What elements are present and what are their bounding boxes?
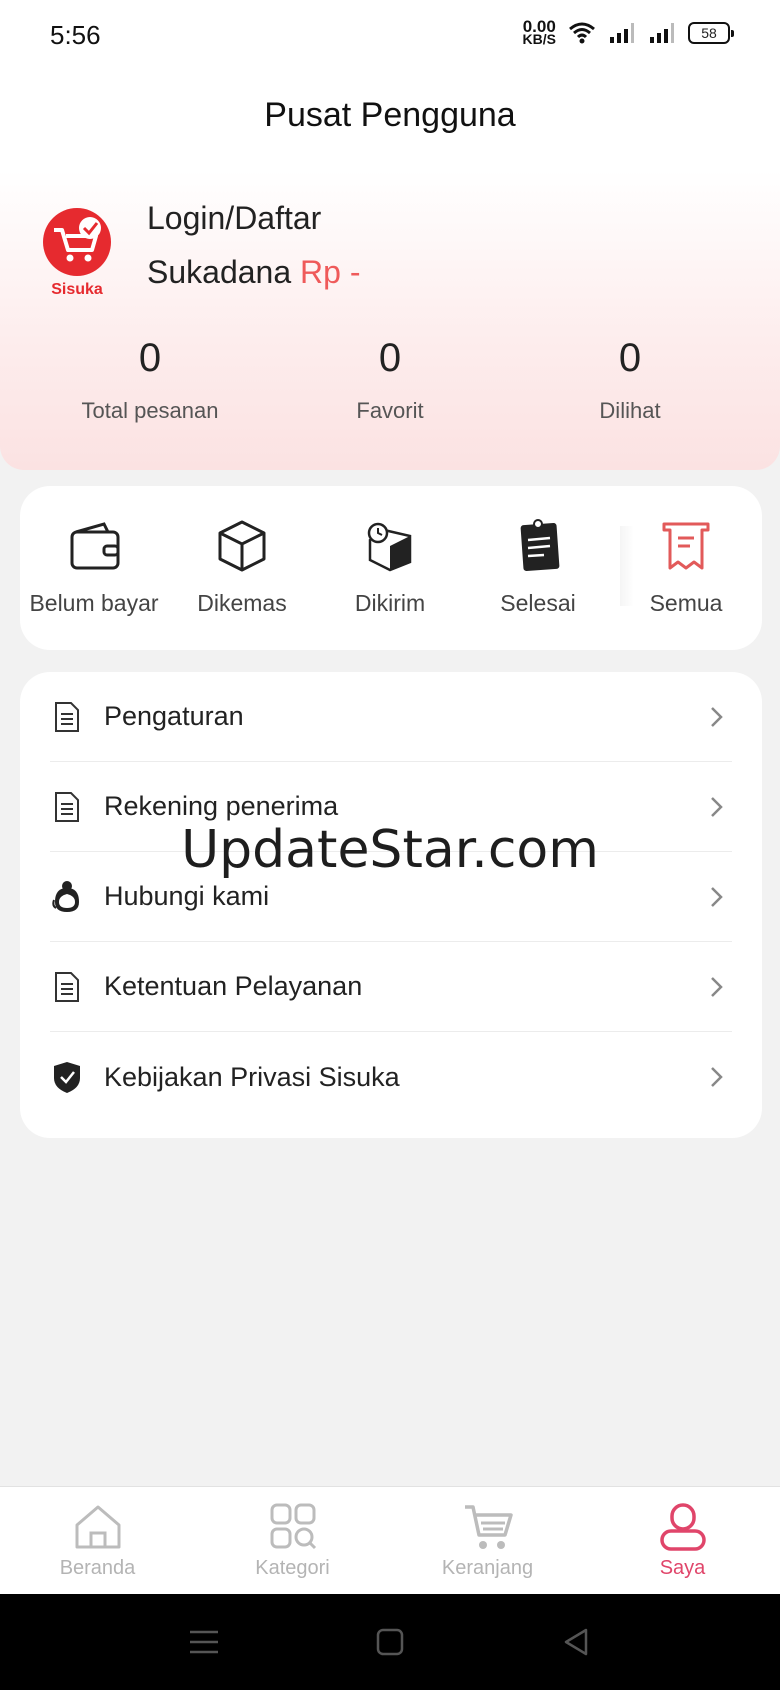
stats-row: 0 Total pesanan 0 Favorit 0 Dilihat <box>0 330 780 424</box>
order-completed[interactable]: Selesai <box>464 486 612 650</box>
status-time: 5:56 <box>50 20 101 50</box>
wifi-icon <box>569 22 595 44</box>
order-shipped[interactable]: Dikirim <box>316 486 464 650</box>
home-square-icon[interactable] <box>372 1624 408 1660</box>
battery-icon: 58 <box>688 22 734 44</box>
system-navigation-bar <box>0 1594 780 1690</box>
stat-favorites[interactable]: 0 Favorit <box>270 330 510 424</box>
menu-item-terms-of-service[interactable]: Ketentuan Pelayanan <box>50 942 732 1032</box>
menu-label: Rekening penerima <box>104 791 339 821</box>
menu-item-privacy-policy[interactable]: Kebijakan Privasi Sisuka <box>50 1032 732 1122</box>
bottom-navigation: Beranda Kategori Keranjang Saya <box>0 1486 780 1594</box>
chevron-right-icon <box>711 886 723 907</box>
user-icon <box>659 1503 706 1551</box>
header: Pusat Pengguna <box>0 70 780 170</box>
stat-label: Dilihat <box>599 398 661 423</box>
menu-card: Pengaturan Rekening penerima Hubungi kam… <box>20 672 762 1138</box>
menu-label: Hubungi kami <box>104 881 270 911</box>
shipping-box-clock-icon <box>367 522 412 572</box>
order-unpaid[interactable]: Belum bayar <box>20 486 168 650</box>
nav-label: Beranda <box>59 1557 136 1579</box>
document-icon <box>50 970 84 1004</box>
nav-label: Saya <box>659 1557 706 1579</box>
menu-item-settings[interactable]: Pengaturan <box>50 672 732 762</box>
menu-item-contact-us[interactable]: Hubungi kami <box>50 852 732 942</box>
stat-viewed[interactable]: 0 Dilihat <box>510 330 750 424</box>
balance-row: Sukadana Rp - <box>147 254 360 291</box>
balance-label: Sukadana <box>147 254 292 290</box>
stat-value: 0 <box>378 336 402 380</box>
status-bar: 5:56 0.00 KB/S 58 <box>0 0 780 70</box>
chevron-right-icon <box>711 1067 723 1087</box>
profile-section: Sisuka Login/Daftar Sukadana Rp - 0 Tota… <box>0 170 780 470</box>
receipt-icon <box>662 522 710 570</box>
menu-label: Kebijakan Privasi Sisuka <box>104 1061 400 1092</box>
nav-category[interactable]: Kategori <box>195 1487 390 1594</box>
home-icon <box>75 1505 120 1549</box>
nav-profile[interactable]: Saya <box>585 1487 780 1594</box>
nav-label: Kategori <box>255 1557 330 1579</box>
wallet-icon <box>70 522 120 570</box>
chevron-right-icon <box>711 796 723 817</box>
menu-label: Ketentuan Pelayanan <box>104 971 363 1001</box>
document-icon <box>50 790 84 824</box>
page-title: Pusat Pengguna <box>264 96 516 134</box>
cart-icon <box>464 1505 513 1549</box>
stat-label: Favorit <box>356 398 424 423</box>
menu-icon[interactable] <box>186 1624 222 1660</box>
chevron-right-icon <box>711 706 723 727</box>
network-speed-unit: KB/S <box>522 31 556 47</box>
order-label: Dikirim <box>354 590 426 616</box>
chevron-right-icon <box>711 976 723 997</box>
document-icon <box>50 700 84 734</box>
orders-card: Belum bayar Dikemas Dikirim Selesai Semu <box>20 486 762 650</box>
signal-icon-2 <box>650 23 674 43</box>
order-label: Dikemas <box>197 590 287 616</box>
menu-item-recipient-account[interactable]: Rekening penerima <box>50 762 732 852</box>
nav-label: Keranjang <box>441 1557 534 1579</box>
category-icon <box>270 1503 316 1550</box>
nav-cart[interactable]: Keranjang <box>390 1487 585 1594</box>
order-label: Belum bayar <box>29 590 159 616</box>
status-icons: 0.00 KB/S 58 <box>522 18 734 47</box>
menu-label: Pengaturan <box>104 701 244 731</box>
order-label: Semua <box>649 590 723 616</box>
nav-home[interactable]: Beranda <box>0 1487 195 1594</box>
stat-label: Total pesanan <box>81 398 219 423</box>
clipboard-done-icon <box>520 519 560 571</box>
back-icon[interactable] <box>558 1624 594 1660</box>
customer-service-icon <box>50 880 84 914</box>
signal-icon <box>610 23 634 43</box>
stat-value: 0 <box>618 336 642 380</box>
stat-value: 0 <box>138 336 162 380</box>
svg-text:Sisuka: Sisuka <box>51 281 103 296</box>
shield-check-icon <box>50 1060 84 1094</box>
balance-amount: Rp - <box>300 254 361 290</box>
stat-total-orders[interactable]: 0 Total pesanan <box>30 330 270 424</box>
sisuka-logo[interactable]: Sisuka <box>40 206 114 298</box>
order-packed[interactable]: Dikemas <box>168 486 316 650</box>
order-label: Selesai <box>500 590 576 616</box>
network-speed: 0.00 KB/S <box>522 18 556 47</box>
order-all[interactable]: Semua <box>612 486 760 650</box>
login-register-link[interactable]: Login/Daftar <box>147 200 321 237</box>
box-icon <box>218 520 266 572</box>
